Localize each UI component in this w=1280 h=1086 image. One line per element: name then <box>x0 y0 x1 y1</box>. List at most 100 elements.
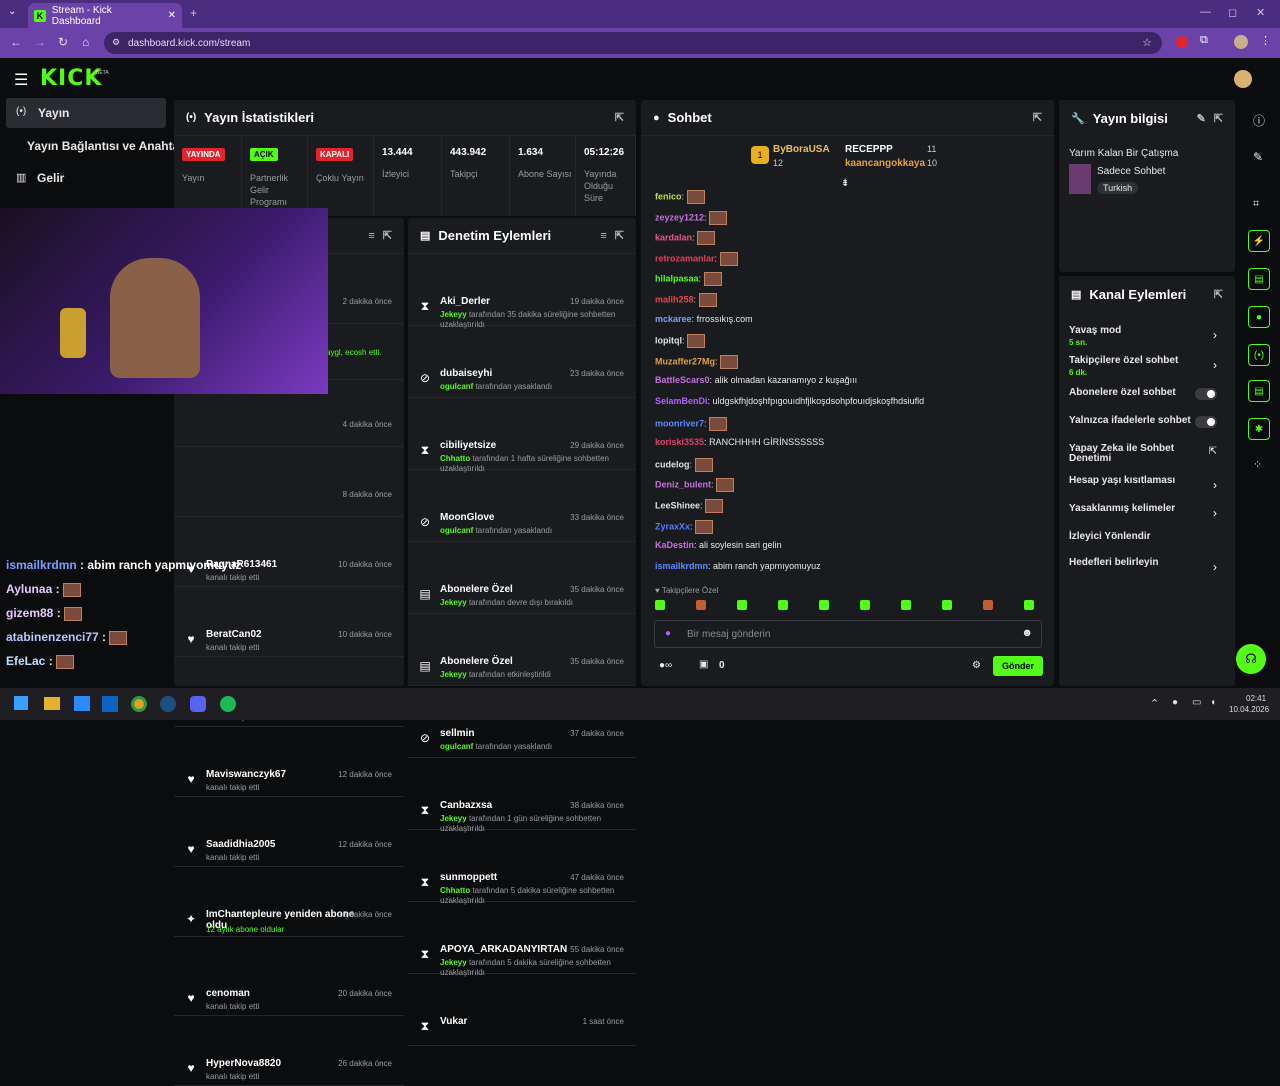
channel-action-item[interactable]: Hedefleri belirleyin › <box>1059 558 1235 584</box>
chat-username[interactable]: cudelog <box>655 459 690 469</box>
extensions-puzzle-icon[interactable]: ⧉ <box>1200 34 1208 47</box>
popout-icon[interactable]: ⇱ <box>383 229 392 242</box>
extension-icon[interactable] <box>1176 36 1188 48</box>
chat-username[interactable]: Muzaffer27Mg <box>655 356 715 366</box>
file-explorer-icon[interactable] <box>44 697 60 710</box>
outlook-icon[interactable] <box>74 696 90 711</box>
kick-logo[interactable]: KICK <box>40 66 102 91</box>
notes-icon[interactable]: ▤ <box>1248 268 1270 290</box>
tray-arrow-icon[interactable]: ⌃ <box>1150 697 1159 710</box>
emoji-icon[interactable]: ☻ <box>1021 627 1033 639</box>
chevron-right-icon[interactable]: › <box>1213 328 1217 342</box>
chat-username[interactable]: malih258 <box>655 294 694 304</box>
emote-icon[interactable] <box>901 600 911 610</box>
back-icon[interactable]: ← <box>10 35 22 49</box>
emote-icon[interactable] <box>1024 600 1034 610</box>
chevron-right-icon[interactable]: › <box>1213 506 1217 520</box>
chat-username[interactable]: mckaree <box>655 314 692 324</box>
sidebar-item-revenue[interactable]: Gelir <box>37 171 64 185</box>
chat-username[interactable]: koriski3535 <box>655 437 704 447</box>
emote-icon[interactable] <box>860 600 870 610</box>
chat-username[interactable]: SelamBenDi <box>655 396 708 406</box>
mic-icon[interactable]: ● <box>1172 697 1178 708</box>
help-headset-icon[interactable]: ☊ <box>1236 644 1266 674</box>
chat-username[interactable]: ZyraxXx <box>655 521 690 531</box>
channel-action-item[interactable]: Abonelere özel sohbet <box>1059 388 1235 414</box>
channel-action-item[interactable]: Hesap yaşı kısıtlaması › <box>1059 476 1235 502</box>
points-icon[interactable]: ●∞ <box>659 660 672 671</box>
volume-icon[interactable]: ◖ <box>1210 697 1216 708</box>
outlook-mail-icon[interactable] <box>102 696 118 712</box>
chat-input[interactable]: ● Bir mesaj gönderin ☻ <box>654 620 1042 648</box>
toggle-switch[interactable] <box>1195 416 1217 428</box>
chevron-right-icon[interactable]: › <box>1213 358 1217 372</box>
emote-icon[interactable] <box>778 600 788 610</box>
moderation-icon[interactable]: ▤ <box>1248 380 1270 402</box>
popout-icon[interactable]: ⇱ <box>1214 288 1223 301</box>
external-link-icon[interactable]: ⇱ <box>1209 446 1217 457</box>
steam-icon[interactable] <box>160 696 176 712</box>
forward-icon[interactable]: → <box>34 35 46 49</box>
windows-start-icon[interactable] <box>14 696 28 710</box>
edit-icon[interactable]: ✎ <box>1253 150 1263 164</box>
emote-icon[interactable] <box>696 600 706 610</box>
apps-icon[interactable]: ⁘ <box>1253 458 1262 471</box>
popout-icon[interactable]: ⇱ <box>1214 112 1223 125</box>
channel-action-item[interactable]: Yapay Zeka ile Sohbet Denetimi ⇱ <box>1059 444 1235 470</box>
hamburger-menu-icon[interactable]: ☰ <box>14 70 28 90</box>
chat-username[interactable]: lopitql <box>655 336 682 346</box>
url-field[interactable]: ⚙ dashboard.kick.com/stream ☆ <box>104 32 1162 54</box>
network-icon[interactable]: ▭ <box>1192 697 1201 708</box>
bookmark-star-icon[interactable]: ☆ <box>1142 36 1152 49</box>
reload-icon[interactable]: ↻ <box>58 35 68 49</box>
filter-icon[interactable]: ≡ <box>600 230 606 242</box>
chrome-icon[interactable] <box>131 696 147 712</box>
broadcast-icon[interactable]: (•) <box>1248 344 1270 366</box>
settings-gear-icon[interactable]: ⚙ <box>972 660 981 671</box>
send-button[interactable]: Gönder <box>993 656 1043 676</box>
chat-username[interactable]: ismailkrdmn <box>655 561 708 571</box>
sidebar-item-stream-key[interactable]: Yayın Bağlantısı ve Anahtarı <box>27 139 187 153</box>
tab-search-icon[interactable]: ⌄ <box>8 6 16 17</box>
lightning-icon[interactable]: ⚡ <box>1248 230 1270 252</box>
chat-username[interactable]: BattleScars0 <box>655 375 710 385</box>
emote-icon[interactable] <box>942 600 952 610</box>
channel-action-item[interactable]: Yalnızca ifadelerle sohbet <box>1059 416 1235 442</box>
popout-icon[interactable]: ⇱ <box>615 229 624 242</box>
chat-username[interactable]: LeeShinee <box>655 500 700 510</box>
chat-username[interactable]: retrozamanlar <box>655 253 715 263</box>
minimize-icon[interactable]: — <box>1200 6 1211 18</box>
channel-action-item[interactable]: Takipçilere özel sohbet 6 dk. › <box>1059 356 1235 382</box>
emote-icon[interactable] <box>737 600 747 610</box>
emote-icon[interactable] <box>983 600 993 610</box>
info-icon[interactable]: ⓘ <box>1253 112 1265 129</box>
close-icon[interactable]: ✕ <box>168 10 176 21</box>
emote-icon[interactable] <box>819 600 829 610</box>
window-close-icon[interactable]: ✕ <box>1256 6 1265 19</box>
discord-icon[interactable] <box>190 696 206 712</box>
channel-action-item[interactable]: Yasaklanmış kelimeler › <box>1059 504 1235 530</box>
emote-icon[interactable] <box>655 600 665 610</box>
filter-icon[interactable]: ≡ <box>368 230 374 242</box>
new-tab-icon[interactable]: + <box>190 6 197 20</box>
channel-action-item[interactable]: İzleyici Yönlendir <box>1059 532 1235 558</box>
toggle-switch[interactable] <box>1195 388 1217 400</box>
chevron-right-icon[interactable]: › <box>1213 478 1217 492</box>
edit-pencil-icon[interactable]: ✎ <box>1197 112 1206 125</box>
sidebar-item-yayin[interactable]: (•) Yayın <box>6 98 166 128</box>
profile-avatar[interactable] <box>1234 35 1248 49</box>
chat-username[interactable]: zeyzey1212 <box>655 212 704 222</box>
browser-tab[interactable]: K Stream - Kick Dashboard ✕ <box>28 3 182 28</box>
chat-username[interactable]: moonriver7 <box>655 418 704 428</box>
spotify-icon[interactable] <box>220 696 236 712</box>
maximize-icon[interactable]: ◻ <box>1228 6 1237 19</box>
chat-username[interactable]: kardalan <box>655 233 692 243</box>
clock-time[interactable]: 02:41 <box>1246 694 1266 703</box>
clock-date[interactable]: 10.04.2026 <box>1229 705 1269 714</box>
chat-username[interactable]: fenico <box>655 191 682 201</box>
popout-icon[interactable]: ⇱ <box>1033 111 1042 124</box>
popout-icon[interactable]: ⇱ <box>615 111 624 124</box>
channel-action-item[interactable]: Yavaş mod 5 sn. › <box>1059 326 1235 352</box>
site-info-icon[interactable]: ⚙ <box>112 37 120 48</box>
chat-icon[interactable]: ● <box>1248 306 1270 328</box>
